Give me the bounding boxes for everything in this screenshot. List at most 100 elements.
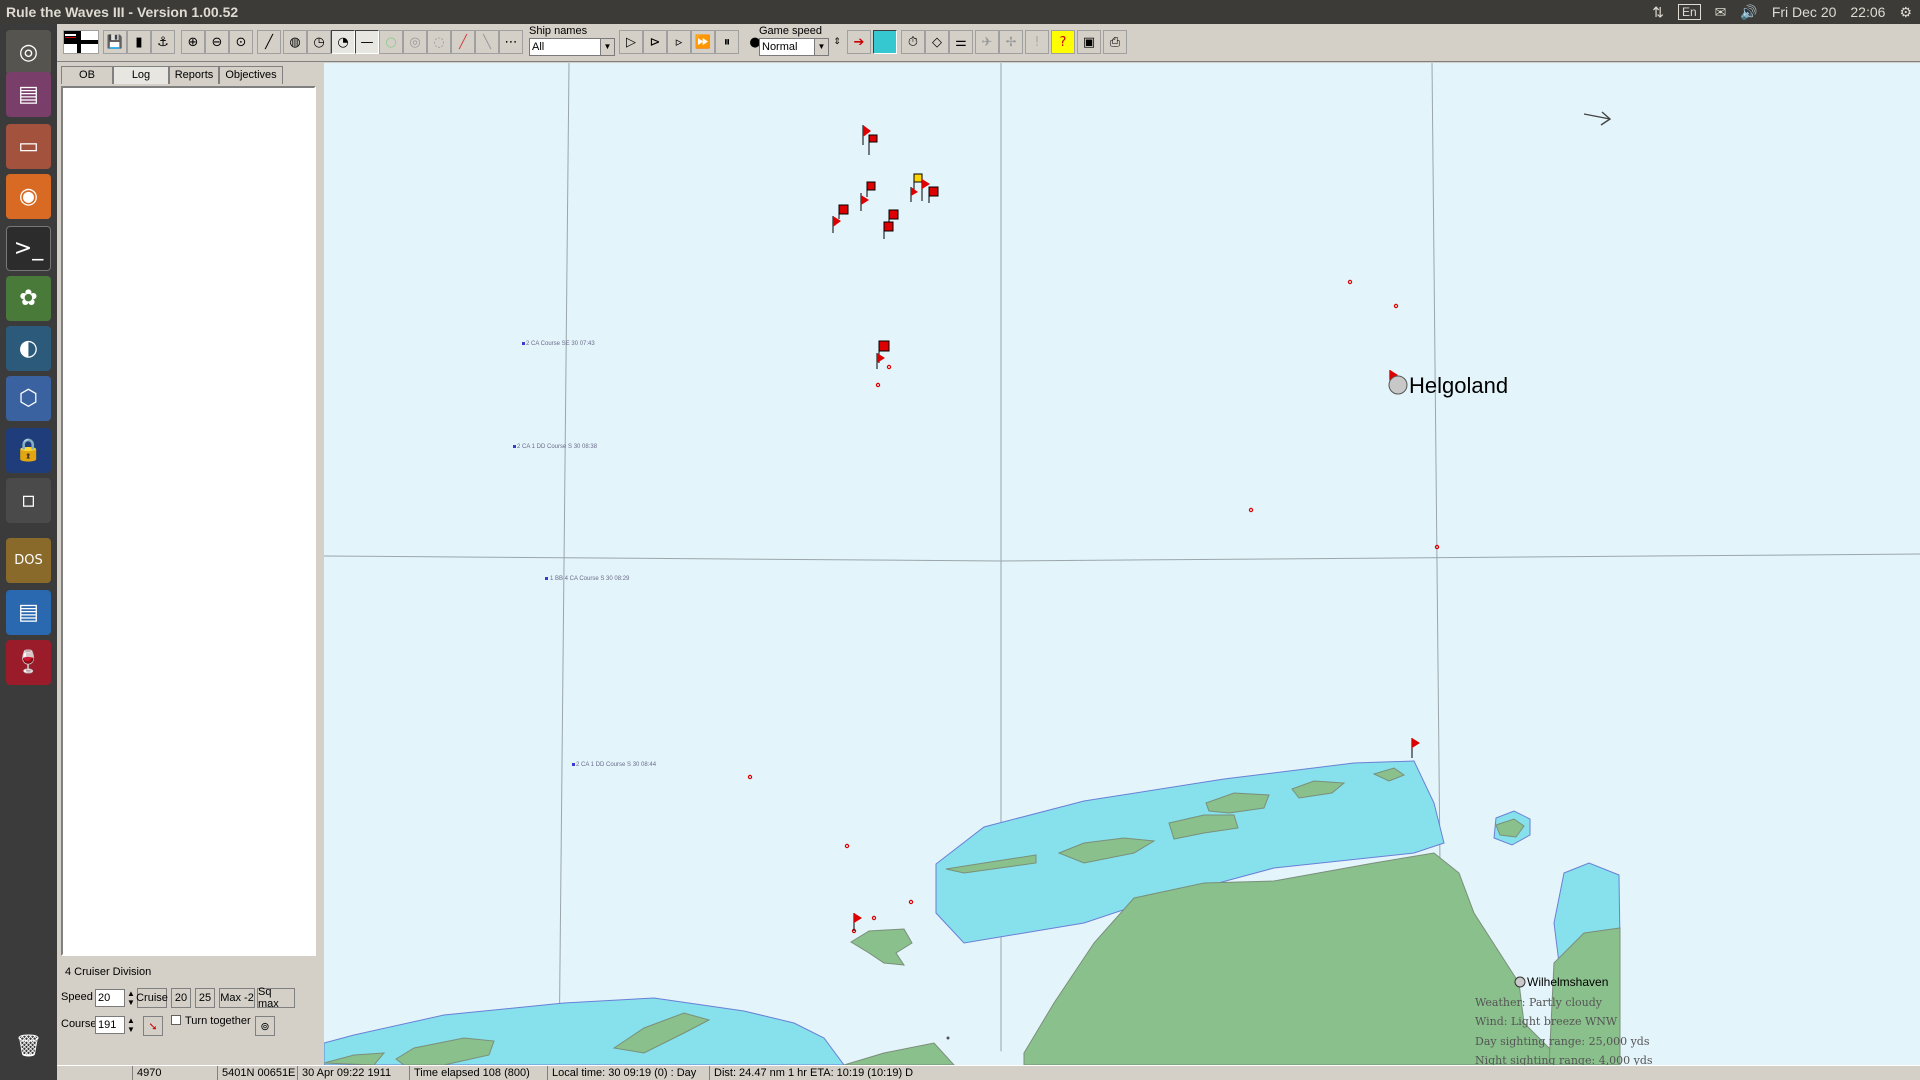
- course-label: Course: [61, 1018, 97, 1030]
- clock-small-icon[interactable]: ◷: [307, 30, 331, 54]
- mail-icon[interactable]: ✉: [1715, 4, 1727, 21]
- archive-icon[interactable]: ▭: [6, 124, 51, 169]
- keyboard-language-indicator[interactable]: En: [1677, 4, 1701, 20]
- speed-label: Speed: [61, 991, 93, 1003]
- ship-flag: [860, 193, 869, 211]
- pause-icon[interactable]: ⏸: [715, 30, 739, 54]
- contact-marker: [545, 577, 548, 580]
- volume-icon[interactable]: 🔊: [1740, 4, 1757, 21]
- tab-log[interactable]: Log: [113, 66, 169, 84]
- track-dot: [886, 364, 892, 370]
- red-arrow-icon[interactable]: ➔: [847, 30, 871, 54]
- lock-icon[interactable]: 🔒: [6, 428, 51, 473]
- helgoland-marker: [1388, 375, 1408, 395]
- contact-labels: 2 CA Course SE 30 07:43 2 CA 1 DD Course…: [517, 341, 657, 768]
- contact-marker: [572, 763, 575, 766]
- log-list[interactable]: [61, 86, 316, 956]
- colors-icon[interactable]: ✿: [6, 276, 51, 321]
- night-sighting-line: Night sighting range: 4,000 yds: [1475, 1054, 1653, 1065]
- brush-icon[interactable]: ╱: [257, 30, 281, 54]
- steam-icon[interactable]: ◐: [6, 326, 51, 371]
- gray-line-icon[interactable]: ╲: [475, 30, 499, 54]
- files-icon[interactable]: ▤: [6, 72, 51, 117]
- speed-input[interactable]: 20: [95, 989, 125, 1007]
- status-date: 30 Apr 09:22 1911: [297, 1066, 409, 1080]
- course-stepper-icon[interactable]: ▲ ▼: [127, 1016, 135, 1034]
- cruise-speed-button[interactable]: Cruise: [136, 988, 168, 1008]
- firefox-icon[interactable]: ◉: [6, 174, 51, 219]
- day-sighting-line: Day sighting range: 25,000 yds: [1475, 1035, 1650, 1048]
- settings-gear-icon[interactable]: ⚙: [1899, 4, 1912, 21]
- zoom-in-icon[interactable]: ⊕: [181, 30, 205, 54]
- tab-objectives[interactable]: Objectives: [219, 66, 283, 84]
- game-speed-select[interactable]: Normal ▼: [759, 38, 829, 56]
- weather-line: Weather: Partly cloudy: [1475, 996, 1603, 1009]
- zoom-reset-icon[interactable]: ⊙: [229, 30, 253, 54]
- green-circle-icon[interactable]: ○: [379, 30, 403, 54]
- app-title: Rule the Waves III - Version 1.00.52: [6, 4, 239, 20]
- terminal-icon[interactable]: >_: [6, 226, 51, 271]
- map-canvas: Helgoland Wilhelmshaven 2 CA Course SE 3…: [324, 63, 1920, 1065]
- dosbox-icon[interactable]: DOS: [6, 538, 51, 583]
- ships-icon[interactable]: ⚓: [151, 30, 175, 54]
- plane-icon[interactable]: ✈: [975, 30, 999, 54]
- speed-stepper-icon[interactable]: ⇕: [831, 30, 843, 54]
- print-icon[interactable]: ⎙: [1103, 30, 1127, 54]
- status-position: 5401N 00651E: [217, 1066, 297, 1080]
- screenshot-icon[interactable]: ▣: [1077, 30, 1101, 54]
- speed-20-button[interactable]: 20: [171, 988, 191, 1008]
- help-icon[interactable]: ?: [1051, 30, 1075, 54]
- step-icon[interactable]: ⊳: [643, 30, 667, 54]
- ship-names-select[interactable]: All ▼: [529, 38, 615, 56]
- squadron-max-button[interactable]: Sq max: [257, 986, 295, 1010]
- ship-flag: [928, 186, 939, 203]
- status-time-elapsed: Time elapsed 108 (800): [409, 1066, 547, 1080]
- shell-icon[interactable]: ◍: [283, 30, 307, 54]
- network-icon[interactable]: ⇅: [1652, 4, 1664, 21]
- status-bar: 4970 5401N 00651E 30 Apr 09:22 1911 Time…: [57, 1065, 1920, 1080]
- window-icon[interactable]: ▫: [6, 478, 51, 523]
- info-disabled-icon[interactable]: !: [1025, 30, 1049, 54]
- max-minus-2-button[interactable]: Max -2: [219, 988, 255, 1008]
- clock-display[interactable]: 22:06: [1850, 4, 1885, 20]
- writer-icon[interactable]: ▤: [6, 590, 51, 635]
- course-input[interactable]: 191: [95, 1016, 125, 1034]
- fast-forward-icon[interactable]: ⏩: [691, 30, 715, 54]
- ship-flag: [883, 221, 894, 239]
- stopwatch-icon[interactable]: ⏱: [901, 30, 925, 54]
- play-icon[interactable]: ▷: [619, 30, 643, 54]
- dash-icon[interactable]: ◎: [6, 30, 51, 75]
- red-line-icon[interactable]: ╱: [451, 30, 475, 54]
- track-dot: [1248, 507, 1254, 513]
- circle-timer-icon[interactable]: ◔: [331, 30, 355, 54]
- compass-icon[interactable]: ⊚: [255, 1016, 275, 1036]
- trash-icon[interactable]: 🗑: [6, 1024, 51, 1069]
- save-icon[interactable]: 💾: [103, 30, 127, 54]
- tactical-map[interactable]: Helgoland Wilhelmshaven 2 CA Course SE 3…: [324, 63, 1920, 1065]
- tab-ob[interactable]: OB: [61, 66, 113, 84]
- line-icon[interactable]: —: [355, 30, 379, 54]
- ship-flag: [868, 134, 878, 155]
- sea-view-icon[interactable]: [873, 30, 897, 54]
- speed-25-button[interactable]: 25: [195, 988, 215, 1008]
- tab-reports[interactable]: Reports: [169, 66, 219, 84]
- contact-marker: [522, 342, 525, 345]
- naval-ensign-icon: [63, 30, 99, 54]
- wine-icon[interactable]: 🍷: [6, 640, 51, 685]
- radius-circle-icon[interactable]: ◌: [427, 30, 451, 54]
- contact-label: 2 CA 1 DD Course S 30 08:44: [576, 762, 657, 768]
- book-icon[interactable]: ▮: [127, 30, 151, 54]
- range-circle-icon[interactable]: ◎: [403, 30, 427, 54]
- formation-icon[interactable]: ⚌: [949, 30, 973, 54]
- wind-arrow-icon: [1583, 111, 1612, 126]
- pointer-arrow-icon[interactable]: ➘: [143, 1016, 163, 1036]
- rangefinder-icon[interactable]: ◇: [925, 30, 949, 54]
- turn-together-checkbox[interactable]: [171, 1015, 181, 1025]
- plane-target-icon[interactable]: ✢: [999, 30, 1023, 54]
- dotted-line-icon[interactable]: ⋯: [499, 30, 523, 54]
- step-5-icon[interactable]: ▹: [667, 30, 691, 54]
- speed-stepper-icon[interactable]: ▲ ▼: [127, 989, 135, 1007]
- virtualbox-icon[interactable]: ⬡: [6, 376, 51, 421]
- date-display[interactable]: Fri Dec 20: [1772, 4, 1837, 20]
- zoom-out-icon[interactable]: ⊖: [205, 30, 229, 54]
